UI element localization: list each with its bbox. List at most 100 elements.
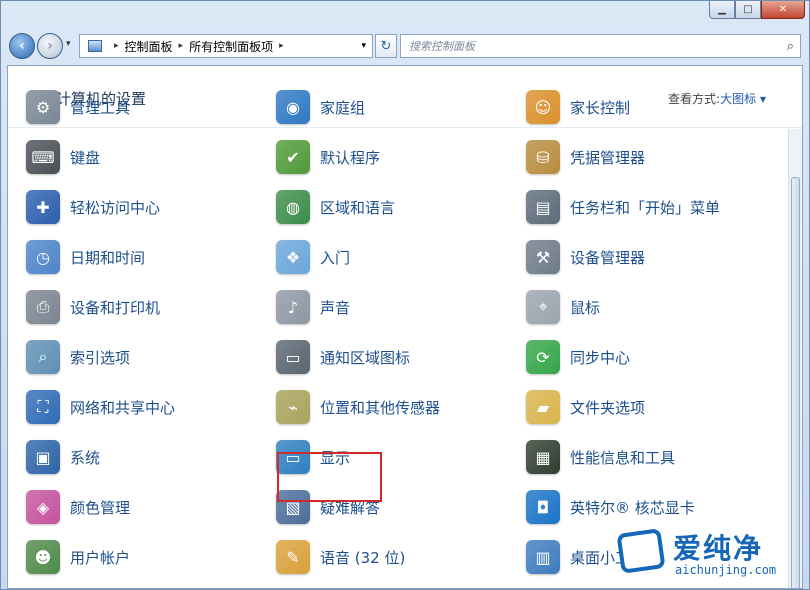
- control-panel-item[interactable]: ◷ 日期和时间: [26, 237, 145, 277]
- control-panel-item[interactable]: ⌁ 位置和其他传感器: [276, 387, 440, 427]
- control-panel-item[interactable]: ▰ 文件夹选项: [526, 387, 645, 427]
- keyboard-icon: ⌨: [26, 140, 60, 174]
- control-panel-item-label: 声音: [320, 298, 351, 317]
- control-panel-item-label: 设备和打印机: [70, 298, 161, 317]
- control-panel-item-label: 文件夹选项: [570, 398, 646, 417]
- breadcrumb-control-panel[interactable]: 控制面板: [125, 38, 173, 55]
- control-panel-item-label: 鼠标: [570, 298, 601, 317]
- control-panel-item[interactable]: ◉ 家庭组: [276, 87, 365, 127]
- control-panel-item[interactable]: ⎙ 设备和打印机: [26, 287, 160, 327]
- performance-icon: ▦: [526, 440, 560, 474]
- minimize-button[interactable]: ▁: [709, 1, 735, 19]
- sync-center-icon: ⟳: [526, 340, 560, 374]
- control-panel-item[interactable]: ⛶ 网络和共享中心: [26, 387, 175, 427]
- refresh-button[interactable]: ↻: [375, 34, 397, 58]
- default-programs-icon: ✔: [276, 140, 310, 174]
- search-input[interactable]: 搜索控制面板 ⌕: [400, 34, 801, 58]
- breadcrumb-separator-icon[interactable]: ▸: [114, 41, 119, 51]
- control-panel-item[interactable]: ⌖ 鼠标: [526, 287, 600, 327]
- sound-icon: ♪: [276, 290, 310, 324]
- control-panel-item-label: 索引选项: [70, 348, 131, 367]
- desktop-gadgets-icon: ▥: [526, 540, 560, 574]
- device-manager-icon: ⚒: [526, 240, 560, 274]
- content-pane: 调整计算机的设置 查看方式: 大图标 ▾ ⚙ 管理工具 ◉ 家庭组 ☺ 家长控制 ⌨ 键盘 ✔ 默…: [7, 65, 803, 589]
- watermark-title: 爱纯净: [673, 532, 764, 565]
- address-bar[interactable]: ▸ 控制面板 ▸ 所有控制面板项 ▸ ▾: [79, 34, 373, 58]
- control-panel-item[interactable]: ⚒ 设备管理器: [526, 237, 645, 277]
- control-panel-item-label: 轻松访问中心: [70, 198, 161, 217]
- notification-area-icon: ▭: [276, 340, 310, 374]
- address-dropdown-icon[interactable]: ▾: [361, 41, 366, 51]
- control-panel-item[interactable]: ⛁ 凭据管理器: [526, 137, 645, 177]
- control-panel-item[interactable]: ⚙ 管理工具: [26, 87, 130, 127]
- control-panel-item-label: 颜色管理: [70, 498, 131, 517]
- parental-controls-icon: ☺: [526, 90, 560, 124]
- view-by-label: 查看方式:: [667, 92, 720, 106]
- control-panel-item[interactable]: ▦ 性能信息和工具: [526, 437, 675, 477]
- watermark-subtitle: aichunjing.com: [675, 563, 777, 577]
- control-panel-window: ▁ □ ✕ ‹ › ▾ ▸ 控制面板 ▸ 所有控制面板项 ▸ ▾ ↻ 搜索控制面…: [0, 0, 810, 590]
- control-panel-item-label: 键盘: [70, 148, 101, 167]
- forward-button[interactable]: ›: [37, 33, 63, 59]
- control-panel-item[interactable]: ▭ 通知区域图标: [276, 337, 410, 377]
- control-panel-item-label: 凭据管理器: [570, 148, 646, 167]
- control-panel-item-label: 位置和其他传感器: [320, 398, 441, 417]
- close-button[interactable]: ✕: [761, 1, 805, 19]
- control-panel-item[interactable]: ♪ 声音: [276, 287, 350, 327]
- indexing-options-icon: ⌕: [26, 340, 60, 374]
- control-panel-item[interactable]: ✚ 轻松访问中心: [26, 187, 160, 227]
- control-panel-item[interactable]: ◍ 区域和语言: [276, 187, 395, 227]
- control-panel-item-label: 默认程序: [320, 148, 381, 167]
- control-panel-item-label: 入门: [320, 248, 351, 267]
- credential-manager-icon: ⛁: [526, 140, 560, 174]
- breadcrumb-all-items[interactable]: 所有控制面板项: [189, 38, 273, 55]
- control-panel-item-label: 家长控制: [570, 98, 631, 117]
- control-panel-item-label: 性能信息和工具: [570, 448, 676, 467]
- control-panel-item[interactable]: ☺ 家长控制: [526, 87, 630, 127]
- control-panel-item[interactable]: ⌕ 索引选项: [26, 337, 130, 377]
- search-icon[interactable]: ⌕: [787, 39, 794, 54]
- control-panel-item[interactable]: ❖ 入门: [276, 237, 350, 277]
- breadcrumb-separator-icon[interactable]: ▸: [279, 41, 284, 51]
- intel-graphics-icon: ◘: [526, 490, 560, 524]
- control-panel-item[interactable]: ✎ 语音 (32 位): [276, 537, 405, 577]
- tools-icon: ⚙: [26, 90, 60, 124]
- control-panel-item[interactable]: ◈ 颜色管理: [26, 487, 130, 527]
- ease-of-access-icon: ✚: [26, 190, 60, 224]
- control-panel-item-label: 英特尔® 核芯显卡: [570, 498, 695, 517]
- user-accounts-icon: ☻: [26, 540, 60, 574]
- mouse-icon: ⌖: [526, 290, 560, 324]
- control-panel-item[interactable]: ✔ 默认程序: [276, 137, 380, 177]
- system-icon: ▣: [26, 440, 60, 474]
- control-panel-item-label: 日期和时间: [70, 248, 146, 267]
- control-panel-item-label: 区域和语言: [320, 198, 396, 217]
- back-button[interactable]: ‹: [9, 33, 35, 59]
- control-panel-item-label: 家庭组: [320, 98, 366, 117]
- control-panel-item-label: 任务栏和「开始」菜单: [570, 198, 721, 217]
- control-panel-item[interactable]: ▣ 系统: [26, 437, 100, 477]
- control-panel-item-label: 同步中心: [570, 348, 631, 367]
- control-panel-icon: [88, 40, 102, 52]
- history-dropdown[interactable]: ▾: [66, 39, 71, 49]
- control-panel-item-label: 管理工具: [70, 98, 131, 117]
- control-panel-item-label: 系统: [70, 448, 101, 467]
- control-panel-item[interactable]: ⌨ 键盘: [26, 137, 100, 177]
- control-panel-item-label: 网络和共享中心: [70, 398, 176, 417]
- control-panel-item[interactable]: ▤ 任务栏和「开始」菜单: [526, 187, 720, 227]
- color-management-icon: ◈: [26, 490, 60, 524]
- control-panel-item-label: 设备管理器: [570, 248, 646, 267]
- speech-icon: ✎: [276, 540, 310, 574]
- search-placeholder: 搜索控制面板: [409, 40, 475, 53]
- maximize-button[interactable]: □: [735, 1, 761, 19]
- control-panel-item[interactable]: ☻ 用户帐户: [26, 537, 130, 577]
- control-panel-item[interactable]: ◘ 英特尔® 核芯显卡: [526, 487, 695, 527]
- view-by-dropdown[interactable]: 大图标 ▾: [720, 90, 766, 107]
- breadcrumb-separator-icon[interactable]: ▸: [179, 41, 184, 51]
- control-panel-item-label: 通知区域图标: [320, 348, 411, 367]
- folder-options-icon: ▰: [526, 390, 560, 424]
- control-panel-item[interactable]: ⟳ 同步中心: [526, 337, 630, 377]
- vertical-scrollbar[interactable]: [788, 129, 802, 588]
- display-highlight-box: [277, 452, 382, 502]
- watermark-logo-icon: [616, 528, 666, 574]
- date-time-icon: ◷: [26, 240, 60, 274]
